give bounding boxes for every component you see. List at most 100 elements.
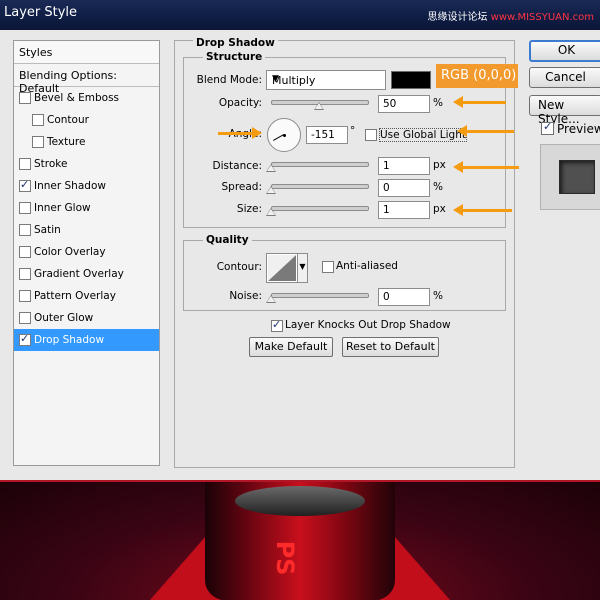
chevron-down-icon: ▼: [299, 262, 306, 271]
style-item-checkbox[interactable]: [32, 136, 44, 148]
opacity-slider-thumb[interactable]: [314, 102, 324, 110]
shadow-color-swatch[interactable]: [391, 71, 431, 89]
title-bar: Layer Style 思缘设计论坛 www.MISSYUAN.com: [0, 0, 600, 30]
reset-to-default-label: Reset to Default: [346, 340, 435, 353]
style-item-label: Stroke: [34, 158, 68, 170]
style-item-label: Outer Glow: [34, 312, 94, 324]
make-default-label: Make Default: [254, 340, 328, 353]
blend-mode-label: Blend Mode:: [196, 74, 262, 86]
use-global-light-label: Use Global Light: [379, 128, 467, 142]
style-item-bevel-emboss[interactable]: Bevel & Emboss: [14, 87, 159, 109]
noise-input[interactable]: 0: [378, 288, 430, 306]
spread-input[interactable]: 0: [378, 179, 430, 197]
style-item-color-overlay[interactable]: Color Overlay: [14, 241, 159, 263]
rgb-annotation: RGB (0,0,0): [436, 64, 518, 88]
style-item-contour[interactable]: Contour: [14, 109, 159, 131]
contour-dropdown[interactable]: ▼: [297, 253, 308, 283]
opacity-unit: %: [433, 97, 443, 109]
style-item-label: Bevel & Emboss: [34, 92, 120, 104]
style-item-drop-shadow[interactable]: Drop Shadow: [14, 329, 159, 351]
style-item-checkbox[interactable]: [19, 246, 31, 258]
style-item-checkbox[interactable]: [19, 92, 31, 104]
style-item-label: Inner Shadow: [34, 180, 106, 192]
style-item-gradient-overlay[interactable]: Gradient Overlay: [14, 263, 159, 285]
spread-slider-thumb[interactable]: [266, 186, 276, 194]
noise-label: Noise:: [229, 290, 262, 302]
anti-aliased-checkbox[interactable]: [322, 261, 334, 273]
quality-title: Quality: [203, 234, 252, 246]
chevron-down-icon: ▼: [272, 74, 279, 84]
style-item-checkbox[interactable]: [19, 290, 31, 302]
style-item-label: Drop Shadow: [34, 334, 105, 346]
style-item-stroke[interactable]: Stroke: [14, 153, 159, 175]
distance-input[interactable]: 1: [378, 157, 430, 175]
style-item-label: Pattern Overlay: [34, 290, 116, 302]
noise-unit: %: [433, 290, 443, 302]
size-input[interactable]: 1: [378, 201, 430, 219]
new-style-button[interactable]: New Style...: [529, 95, 600, 126]
ok-button-label: OK: [557, 43, 576, 57]
distance-unit: px: [433, 159, 446, 171]
opacity-arrow-icon: [453, 96, 506, 108]
style-item-label: Color Overlay: [34, 246, 106, 258]
style-item-satin[interactable]: Satin: [14, 219, 159, 241]
style-item-checkbox[interactable]: [19, 158, 31, 170]
size-slider[interactable]: [271, 206, 369, 211]
rocket-letters: PS: [271, 540, 299, 576]
size-unit: px: [433, 203, 446, 215]
cancel-button-label: Cancel: [545, 70, 586, 84]
watermark-prefix: 思缘设计论坛: [427, 12, 488, 23]
style-item-checkbox[interactable]: [19, 332, 31, 346]
style-item-label: Satin: [34, 224, 61, 236]
style-item-label: Inner Glow: [34, 202, 91, 214]
opacity-input[interactable]: 50: [378, 95, 430, 113]
blending-options-item[interactable]: Blending Options: Default: [14, 64, 159, 95]
style-item-checkbox[interactable]: [19, 224, 31, 236]
style-item-texture[interactable]: Texture: [14, 131, 159, 153]
distance-label: Distance:: [212, 160, 262, 172]
structure-title: Structure: [203, 51, 266, 63]
reset-to-default-button[interactable]: Reset to Default: [342, 337, 439, 357]
angle-input[interactable]: -151: [306, 126, 348, 144]
cancel-button[interactable]: Cancel: [529, 67, 600, 88]
preview-checkbox[interactable]: [541, 120, 554, 135]
style-item-checkbox[interactable]: [19, 268, 31, 280]
spread-label: Spread:: [221, 181, 262, 193]
style-item-inner-glow[interactable]: Inner Glow: [14, 197, 159, 219]
global-light-arrow-icon: [457, 125, 514, 137]
layer-knocks-out-checkbox[interactable]: [271, 318, 283, 332]
spread-unit: %: [433, 181, 443, 193]
watermark: 思缘设计论坛 www.MISSYUAN.com: [427, 8, 594, 23]
angle-value: -151: [311, 129, 335, 141]
style-item-checkbox[interactable]: [19, 312, 31, 324]
style-item-inner-shadow[interactable]: Inner Shadow: [14, 175, 159, 197]
size-slider-thumb[interactable]: [266, 208, 276, 216]
make-default-button[interactable]: Make Default: [249, 337, 333, 357]
angle-dial-center: [283, 134, 286, 137]
contour-label: Contour:: [216, 261, 262, 273]
style-item-checkbox[interactable]: [19, 202, 31, 214]
opacity-value: 50: [383, 98, 397, 110]
use-global-light-checkbox[interactable]: [365, 129, 377, 141]
styles-header[interactable]: Styles: [14, 41, 159, 64]
style-item-checkbox[interactable]: [19, 178, 31, 192]
size-arrow-icon: [453, 204, 512, 216]
distance-slider[interactable]: [271, 162, 369, 167]
styles-header-label: Styles: [19, 46, 53, 59]
noise-value: 0: [383, 291, 390, 303]
ok-button[interactable]: OK: [529, 40, 600, 62]
noise-slider-thumb[interactable]: [266, 295, 276, 303]
drop-shadow-title: Drop Shadow: [193, 37, 278, 49]
contour-picker[interactable]: [266, 253, 298, 283]
spread-slider[interactable]: [271, 184, 369, 189]
style-item-checkbox[interactable]: [32, 114, 44, 126]
noise-slider[interactable]: [271, 293, 369, 298]
anti-aliased-label: Anti-aliased: [336, 260, 398, 272]
style-item-label: Contour: [47, 114, 89, 126]
blend-mode-select[interactable]: Multiply ▼: [266, 70, 386, 90]
style-item-label: Texture: [47, 136, 86, 148]
watermark-site: www.MISSYUAN.com: [490, 12, 594, 23]
style-item-pattern-overlay[interactable]: Pattern Overlay: [14, 285, 159, 307]
distance-slider-thumb[interactable]: [266, 164, 276, 172]
style-item-outer-glow[interactable]: Outer Glow: [14, 307, 159, 329]
